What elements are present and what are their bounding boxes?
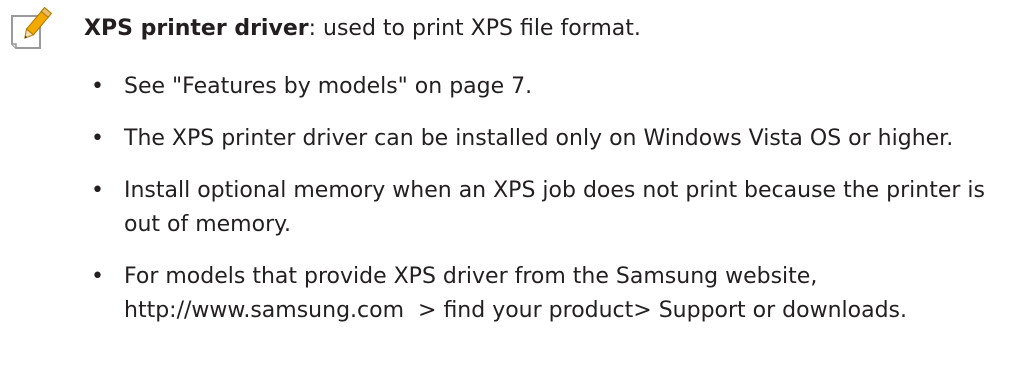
bullet-dot: • bbox=[91, 74, 104, 99]
note-description: : used to print XPS file format. bbox=[308, 16, 641, 41]
note-bullet-list: • See "Features by models" on page 7. • … bbox=[84, 70, 1004, 346]
bullet-text-after-link: > find your product> Support or download… bbox=[404, 298, 908, 323]
note-term: XPS printer driver bbox=[84, 16, 309, 41]
list-item: • See "Features by models" on page 7. bbox=[84, 70, 1004, 104]
bullet-dot: • bbox=[91, 126, 104, 151]
list-item: • For models that provide XPS driver fro… bbox=[84, 260, 1004, 328]
samsung-website-link[interactable]: http://www.samsung.com bbox=[124, 298, 404, 323]
bullet-dot: • bbox=[91, 264, 104, 289]
list-item: • Install optional memory when an XPS jo… bbox=[84, 174, 1004, 242]
bullet-text: Install optional memory when an XPS job … bbox=[124, 178, 986, 237]
list-item: • The XPS printer driver can be installe… bbox=[84, 122, 1004, 156]
bullet-text: The XPS printer driver can be installed … bbox=[124, 126, 954, 151]
note-heading: XPS printer driver: used to print XPS fi… bbox=[84, 14, 641, 44]
bullet-text: See "Features by models" on page 7. bbox=[124, 74, 533, 99]
bullet-text-before-link: For models that provide XPS driver from … bbox=[124, 264, 818, 289]
note-pencil-icon bbox=[11, 6, 53, 49]
bullet-dot: • bbox=[91, 178, 104, 203]
